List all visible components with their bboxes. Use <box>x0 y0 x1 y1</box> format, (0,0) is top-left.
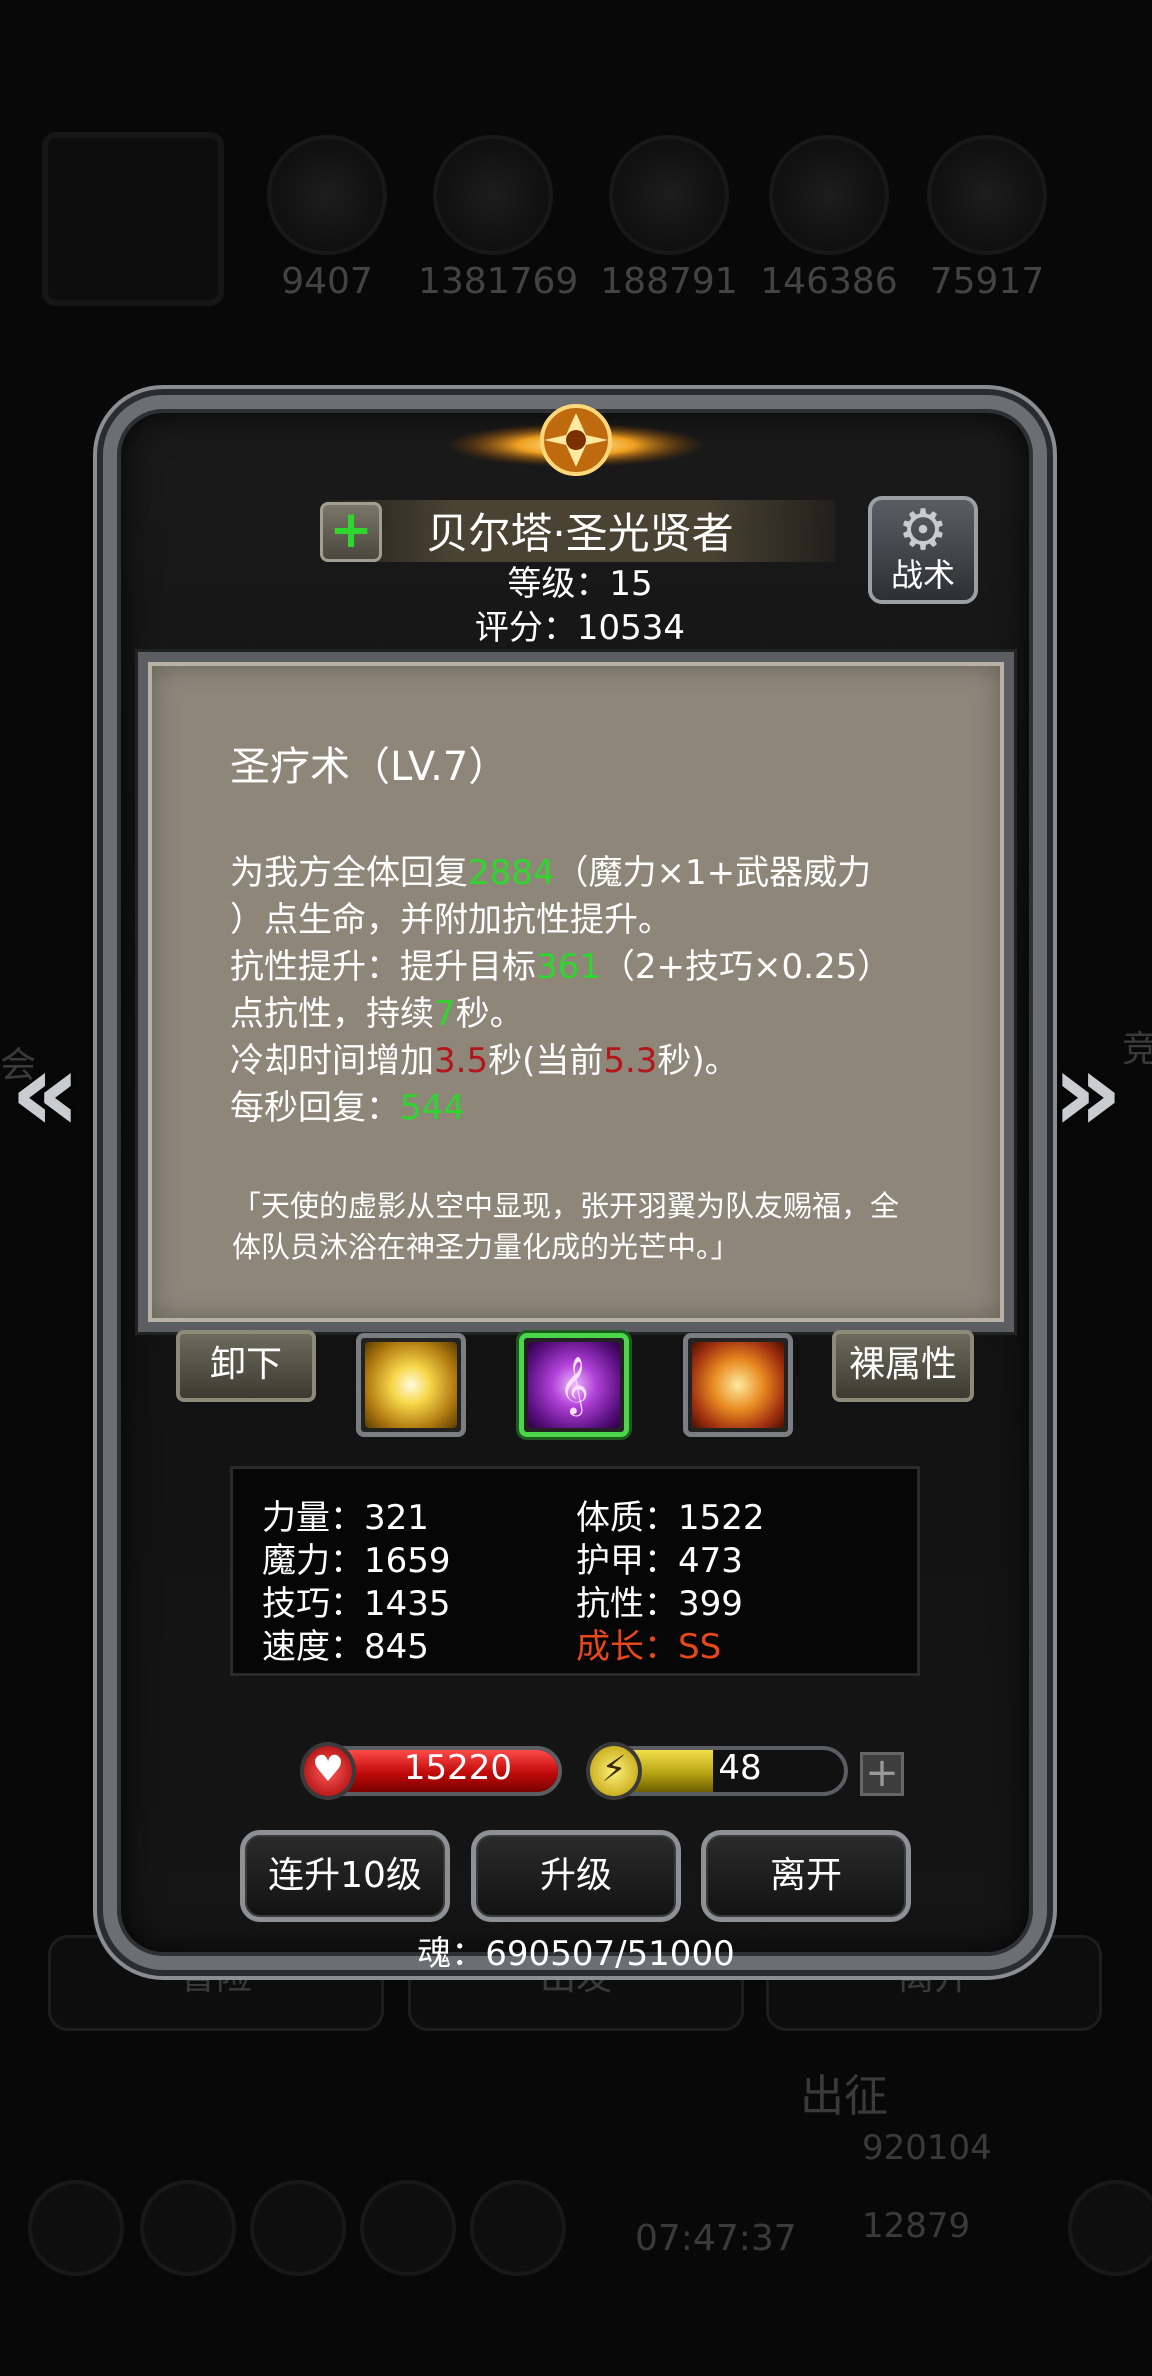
tactics-label: 战术 <box>890 556 955 594</box>
cooldown-current-value: 5.3 <box>603 1041 658 1081</box>
skill-description: 为我方全体回复2884（魔力×1+武器威力 ）点生命，并附加抗性提升。 抗性提升… <box>230 850 930 1132</box>
stat-growth: 成长：SS <box>576 1627 722 1667</box>
bg-resource-crystal: 146386 <box>754 135 904 302</box>
bg-expedition-label: 出征 <box>800 2071 888 2122</box>
add-hero-button[interactable]: + <box>320 502 382 562</box>
prev-hero-arrow-icon[interactable]: « <box>10 1028 81 1156</box>
regen-value: 544 <box>400 1088 465 1128</box>
skill-slot-2-selected[interactable]: 𝄞 <box>519 1333 629 1437</box>
desc-line: 点抗性，持续7秒。 <box>230 991 930 1038</box>
desc-text: 秒(当前 <box>488 1041 604 1081</box>
skill-title: 圣疗术（LV.7） <box>230 744 509 790</box>
desc-text: 为我方全体回复 <box>230 853 468 893</box>
sun-emblem-icon <box>446 404 706 476</box>
stat-resistance: 抗性：399 <box>576 1584 743 1624</box>
lightning-icon: ⚡ <box>586 1742 642 1800</box>
stat-strength: 力量：321 <box>262 1498 429 1538</box>
desc-line: 每秒回复：544 <box>230 1085 930 1132</box>
hp-value: 15220 <box>403 1748 513 1788</box>
bg-gold-value: 920104 <box>862 2128 992 2168</box>
bg-menu-icon <box>360 2180 456 2276</box>
desc-line: 抗性提升：提升目标361（2+技巧×0.25） <box>230 944 930 991</box>
bg-side-right: 竞 <box>1122 1029 1152 1070</box>
desc-text: （2+技巧×0.25） <box>600 947 892 987</box>
svg-text:𝄞: 𝄞 <box>559 1356 588 1417</box>
heal-value: 2884 <box>468 853 555 893</box>
bg-resource-ore: 75917 <box>912 135 1062 302</box>
bg-resource-value: 188791 <box>600 261 738 302</box>
duration-value: 7 <box>434 994 456 1034</box>
bg-add-icon <box>1068 2180 1152 2276</box>
desc-text: 秒。 <box>455 994 524 1034</box>
bg-resource-value: 146386 <box>760 261 898 302</box>
ore-icon <box>927 135 1047 255</box>
desc-line: 冷却时间增加3.5秒(当前5.3秒)。 <box>230 1038 930 1085</box>
base-attributes-button[interactable]: 裸属性 <box>832 1330 974 1402</box>
potion-icon <box>267 135 387 255</box>
stat-armor: 护甲：473 <box>576 1541 743 1581</box>
stat-constitution: 体质：1522 <box>576 1498 765 1538</box>
bg-resource-wood: 1381769 <box>418 135 579 302</box>
crystal-icon <box>769 135 889 255</box>
upgrade-button[interactable]: 升级 <box>471 1830 681 1922</box>
desc-text: 抗性提升：提升目标 <box>230 947 536 987</box>
upgrade-10-levels-button[interactable]: 连升10级 <box>240 1830 450 1922</box>
bg-menu-icon <box>140 2180 236 2276</box>
bg-resource-potion: 9407 <box>252 135 402 302</box>
stat-magic: 魔力：1659 <box>262 1541 451 1581</box>
heart-icon: ♥ <box>300 1742 356 1800</box>
leave-button[interactable]: 离开 <box>701 1830 911 1922</box>
tactics-button[interactable]: ⚙ 战术 <box>868 496 978 604</box>
resist-value: 361 <box>536 947 601 987</box>
holy-burst-icon <box>365 1342 457 1428</box>
bg-resource-stone: 188791 <box>594 135 744 302</box>
bg-menu-icon <box>28 2180 124 2276</box>
desc-text: （魔力×1+武器威力 <box>554 853 872 893</box>
bg-timer: 07:47:37 <box>635 2218 797 2259</box>
healing-note-icon: 𝄞 <box>528 1342 620 1428</box>
angel-wings-icon <box>692 1342 784 1428</box>
skill-quote: 「天使的虚影从空中显现，张开羽翼为队友赐福，全体队员沐浴在神圣力量化成的光芒中。… <box>232 1189 900 1264</box>
soul-counter: 魂：690507/51000 <box>417 1934 735 1974</box>
bg-resource-value: 1381769 <box>418 261 579 302</box>
cooldown-increase-value: 3.5 <box>434 1041 489 1081</box>
bg-resource-value: 9407 <box>281 261 373 302</box>
desc-text: 冷却时间增加 <box>230 1041 434 1081</box>
stone-icon <box>609 135 729 255</box>
bg-menu-icon <box>470 2180 566 2276</box>
next-hero-arrow-icon[interactable]: » <box>1052 1028 1123 1156</box>
add-energy-button[interactable]: + <box>860 1752 904 1796</box>
bg-portrait <box>42 132 224 306</box>
desc-line: 为我方全体回复2884（魔力×1+武器威力 <box>230 850 930 897</box>
hero-name: 贝尔塔·圣光贤者 <box>426 509 734 558</box>
skill-slot-1[interactable] <box>356 1333 466 1437</box>
desc-text: ）点生命，并附加抗性提升。 <box>230 900 672 940</box>
desc-text: 每秒回复： <box>230 1088 400 1128</box>
skill-slot-3[interactable] <box>683 1333 793 1437</box>
hero-level: 等级：15 <box>507 564 653 604</box>
desc-text: 秒)。 <box>657 1041 739 1081</box>
desc-text: 点抗性，持续 <box>230 994 434 1034</box>
wood-icon <box>433 135 553 255</box>
stat-skill: 技巧：1435 <box>262 1584 451 1624</box>
bg-menu-icon <box>250 2180 346 2276</box>
stat-speed: 速度：845 <box>262 1627 429 1667</box>
desc-line: ）点生命，并附加抗性提升。 <box>230 897 930 944</box>
bg-gem-value: 12879 <box>862 2206 971 2246</box>
energy-value: 48 <box>718 1748 762 1788</box>
unequip-button[interactable]: 卸下 <box>176 1330 316 1402</box>
hero-score: 评分：10534 <box>474 608 686 648</box>
bg-resource-value: 75917 <box>929 261 1045 302</box>
